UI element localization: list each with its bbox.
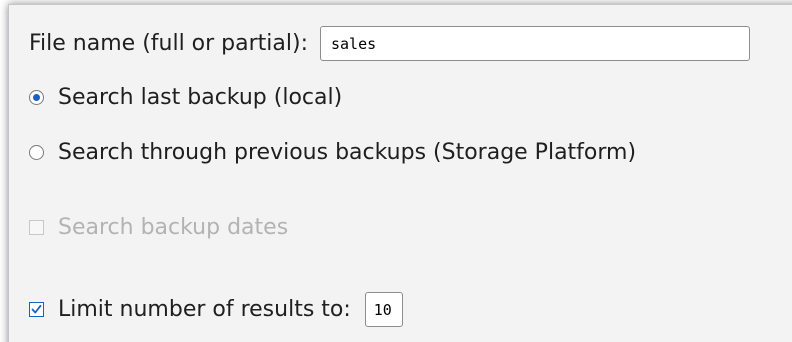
search-previous-radio[interactable] [29,145,44,160]
screenshot-frame: File name (full or partial): sales Searc… [0,0,792,342]
limit-results-row: Limit number of results to: 10 [29,292,403,327]
search-local-option[interactable]: Search last backup (local) [29,85,342,110]
limit-results-value: 10 [373,300,392,319]
search-options-panel: File name (full or partial): sales Searc… [8,4,792,342]
limit-results-label[interactable]: Limit number of results to: [58,297,351,322]
search-local-label[interactable]: Search last backup (local) [58,85,342,110]
search-previous-option[interactable]: Search through previous backups (Storage… [29,140,636,165]
search-backup-dates-label: Search backup dates [58,215,289,240]
filename-label: File name (full or partial): [29,31,308,56]
search-backup-dates-option: Search backup dates [29,215,288,240]
checkmark-icon [31,304,42,314]
filename-input[interactable]: sales [320,26,750,61]
search-backup-dates-checkbox [29,220,44,235]
filename-row: File name (full or partial): sales [29,26,750,61]
search-local-radio[interactable] [29,90,44,105]
search-previous-label[interactable]: Search through previous backups (Storage… [58,140,636,165]
limit-results-checkbox[interactable] [29,302,44,317]
limit-results-input[interactable]: 10 [364,292,403,327]
filename-input-value: sales [331,34,377,53]
